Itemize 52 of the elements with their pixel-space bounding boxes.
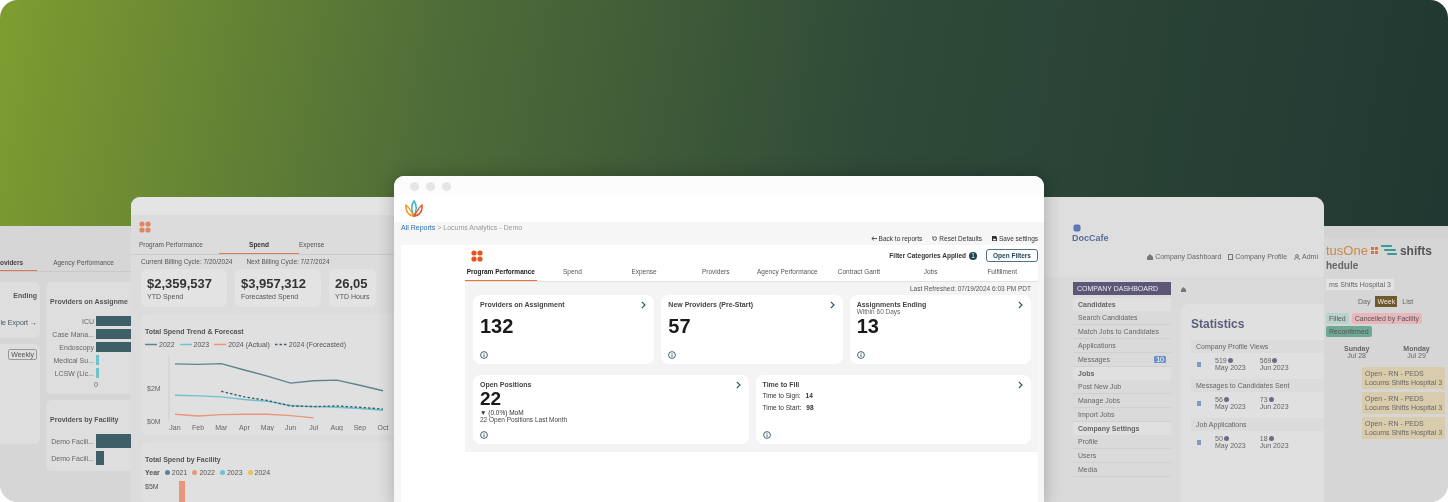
info-icon [1223, 436, 1229, 441]
reset-icon [932, 236, 938, 241]
info-icon [1227, 358, 1233, 363]
chevron-right-icon[interactable] [1018, 381, 1023, 389]
info-icon [1223, 397, 1229, 402]
info-icon[interactable] [480, 431, 488, 439]
logo-text: DocCafe [1072, 233, 1110, 243]
brand-name: shifts [1399, 243, 1432, 258]
legend-line-icon [145, 343, 157, 346]
info-icon [1272, 358, 1278, 363]
info-icon [1268, 436, 1274, 441]
bar [96, 368, 99, 378]
checkbox-icon [1197, 400, 1201, 406]
home-icon [1147, 253, 1154, 260]
chevron-right-icon[interactable] [735, 381, 741, 389]
logo-text: tusOne [1326, 243, 1368, 258]
document-icon [1228, 253, 1234, 260]
home-icon[interactable] [1181, 287, 1186, 292]
legend-line-icon [214, 343, 227, 346]
info-icon [1268, 397, 1274, 402]
logo-icon [1072, 223, 1082, 233]
chevron-right-icon[interactable] [829, 301, 835, 309]
card-title: Statistics [1191, 317, 1245, 331]
chevron-right-icon[interactable] [641, 301, 647, 309]
bar [96, 355, 99, 365]
legend-line-icon [179, 343, 192, 346]
chevron-right-icon[interactable] [1018, 301, 1023, 309]
save-icon [991, 236, 997, 241]
bar [178, 481, 185, 502]
user-icon [1294, 253, 1301, 260]
info-icon[interactable] [668, 351, 677, 359]
metric-value: 57 [668, 315, 692, 338]
info-icon[interactable] [480, 351, 488, 359]
info-icon[interactable] [856, 351, 865, 359]
stat-value: $2,359,537 [147, 276, 214, 291]
checkbox-icon [1197, 361, 1201, 367]
four-dot-logo-icon [139, 221, 151, 233]
metric-value: 22 [480, 389, 503, 409]
stat-value: 26,05 [335, 276, 369, 291]
arrow-left-icon [870, 236, 877, 241]
four-dot-logo-icon [471, 249, 483, 262]
stat-value: $3,957,312 [241, 276, 308, 291]
bar [96, 451, 104, 465]
metric-value: 132 [480, 315, 515, 338]
metric-value: 13 [856, 315, 880, 338]
stripes-logo-icon [1380, 245, 1397, 256]
legend-line-icon [274, 343, 287, 346]
info-icon[interactable] [762, 431, 771, 439]
lotus-logo-icon [403, 200, 425, 218]
checkbox-icon [1197, 439, 1201, 445]
grid-logo-icon [1370, 247, 1378, 254]
page-title: hedule [1326, 260, 1360, 271]
